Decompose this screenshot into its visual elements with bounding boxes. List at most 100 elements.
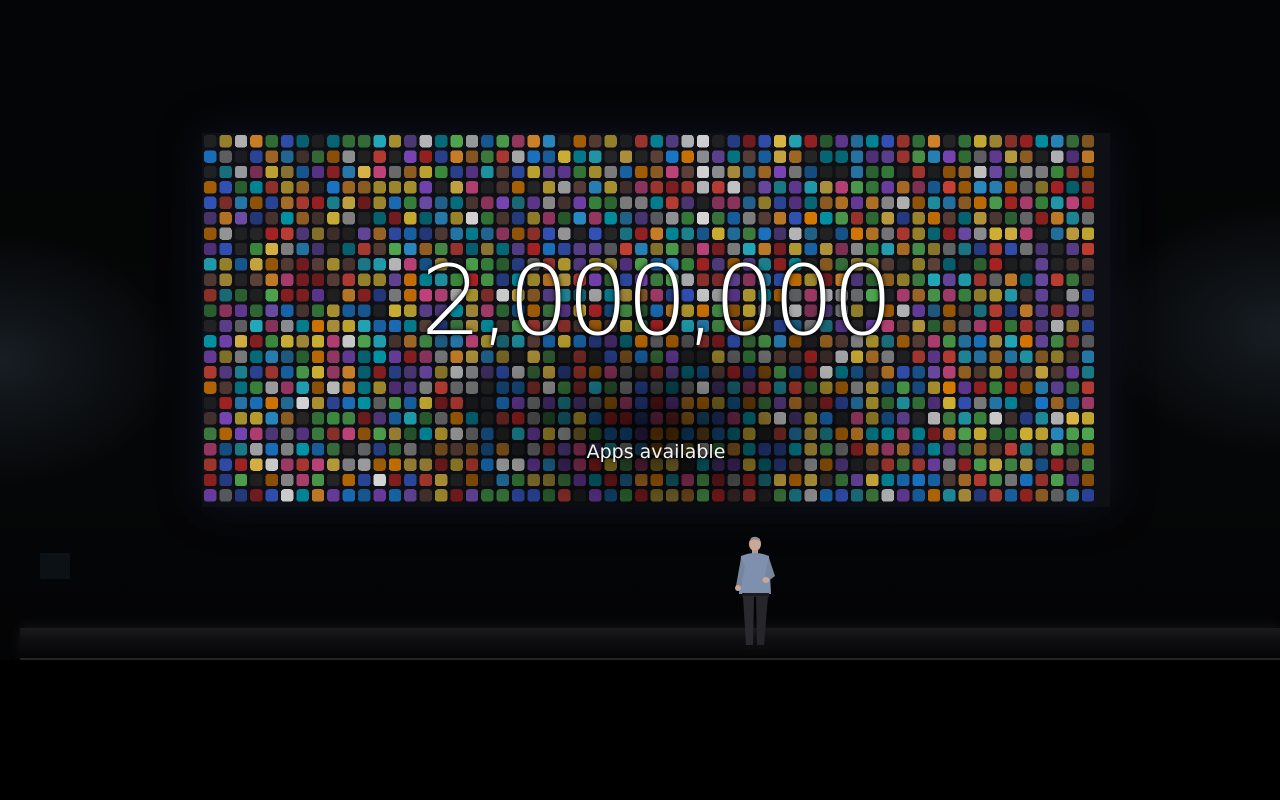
app-icon-tile — [558, 135, 571, 148]
app-icon-tile — [989, 427, 1002, 440]
app-icon-tile — [635, 196, 648, 209]
app-icon-tile — [927, 366, 941, 379]
app-icon-tile — [881, 150, 894, 163]
app-icon-tile — [666, 412, 679, 425]
app-icon-tile — [542, 412, 556, 425]
app-icon-tile — [496, 135, 509, 148]
app-icon-tile — [373, 135, 386, 148]
app-icon-tile — [912, 150, 925, 163]
app-icon-tile — [573, 427, 586, 440]
app-icon-tile — [204, 412, 217, 425]
app-icon-tile — [696, 489, 710, 502]
app-icon-tile — [573, 165, 586, 179]
app-icon-tile — [712, 212, 725, 225]
app-icon-tile — [974, 150, 987, 163]
app-icon-tile — [650, 427, 663, 440]
app-icon-tile — [1035, 196, 1048, 209]
app-icon-tile — [773, 412, 787, 425]
app-icon-tile — [388, 135, 402, 148]
app-icon-tile — [912, 427, 925, 440]
app-icon-tile — [542, 135, 556, 148]
app-icon-tile — [666, 473, 679, 487]
app-icon-tile — [866, 396, 879, 410]
app-icon-tile — [789, 181, 802, 194]
app-icon-tile — [512, 227, 525, 240]
app-icon-tile — [681, 165, 694, 179]
app-icon-tile — [1051, 181, 1064, 194]
app-icon-tile — [974, 165, 987, 179]
app-icon-tile — [327, 381, 340, 394]
app-icon-tile — [527, 196, 540, 209]
app-icon-tile — [789, 196, 802, 209]
app-icon-tile — [604, 135, 617, 148]
app-icon-tile — [866, 196, 879, 209]
app-icon-tile — [635, 396, 648, 410]
app-icon-tile — [219, 196, 232, 209]
app-icon-tile — [296, 227, 309, 240]
app-icon-tile — [311, 165, 325, 179]
app-icon-tile — [450, 227, 463, 240]
app-icon-tile — [465, 489, 479, 502]
app-icon-tile — [758, 427, 771, 440]
app-icon-tile — [958, 212, 971, 225]
app-icon-tile — [419, 165, 432, 179]
app-icon-tile — [1004, 150, 1018, 163]
app-icon-tile — [696, 181, 710, 194]
app-icon-tile — [589, 381, 602, 394]
app-icon-tile — [481, 412, 494, 425]
app-icon-tile — [666, 181, 679, 194]
app-icon-tile — [512, 212, 525, 225]
app-icon-tile — [604, 181, 617, 194]
app-icon-tile — [388, 489, 402, 502]
app-icon-tile — [1035, 135, 1048, 148]
app-icon-tile — [1066, 227, 1079, 240]
app-icon-tile — [804, 227, 817, 240]
app-icon-tile — [404, 150, 417, 163]
app-icon-tile — [1004, 181, 1018, 194]
app-icon-tile — [1051, 427, 1064, 440]
app-icon-tile — [589, 412, 602, 425]
app-icon-tile — [250, 427, 263, 440]
app-icon-tile — [650, 150, 663, 163]
app-icon-tile — [450, 196, 463, 209]
app-icon-tile — [866, 427, 879, 440]
app-icon-tile — [804, 196, 817, 209]
app-icon-tile — [866, 381, 879, 394]
app-icon-tile — [974, 396, 987, 410]
app-icon-tile — [804, 489, 817, 502]
app-icon-tile — [373, 381, 386, 394]
app-icon-tile — [758, 489, 771, 502]
app-icon-tile — [635, 489, 648, 502]
app-icon-tile — [1051, 473, 1064, 487]
app-icon-tile — [619, 150, 633, 163]
app-icon-tile — [558, 165, 571, 179]
app-icon-tile — [373, 412, 386, 425]
app-icon-tile — [820, 227, 833, 240]
app-icon-tile — [820, 381, 833, 394]
app-icon-tile — [758, 165, 771, 179]
app-icon-tile — [681, 473, 694, 487]
app-icon-tile — [219, 212, 232, 225]
app-icon-tile — [512, 181, 525, 194]
app-icon-tile — [250, 196, 263, 209]
app-icon-tile — [835, 135, 848, 148]
app-icon-tile — [435, 412, 448, 425]
app-icon-tile — [850, 473, 864, 487]
app-icon-tile — [388, 412, 402, 425]
app-icon-tile — [958, 396, 971, 410]
app-icon-tile — [727, 396, 740, 410]
app-icon-tile — [265, 381, 278, 394]
app-icon-tile — [897, 366, 910, 379]
app-icon-tile — [327, 412, 340, 425]
app-icon-tile — [465, 212, 479, 225]
app-icon-tile — [850, 165, 864, 179]
app-icon-tile — [927, 396, 941, 410]
app-icon-tile — [388, 150, 402, 163]
app-icon-tile — [789, 212, 802, 225]
app-icon-tile — [1035, 350, 1048, 363]
app-icon-tile — [1035, 227, 1048, 240]
app-icon-tile — [496, 165, 509, 179]
app-icon-tile — [1051, 212, 1064, 225]
app-icon-tile — [696, 396, 710, 410]
app-icon-tile — [619, 381, 633, 394]
